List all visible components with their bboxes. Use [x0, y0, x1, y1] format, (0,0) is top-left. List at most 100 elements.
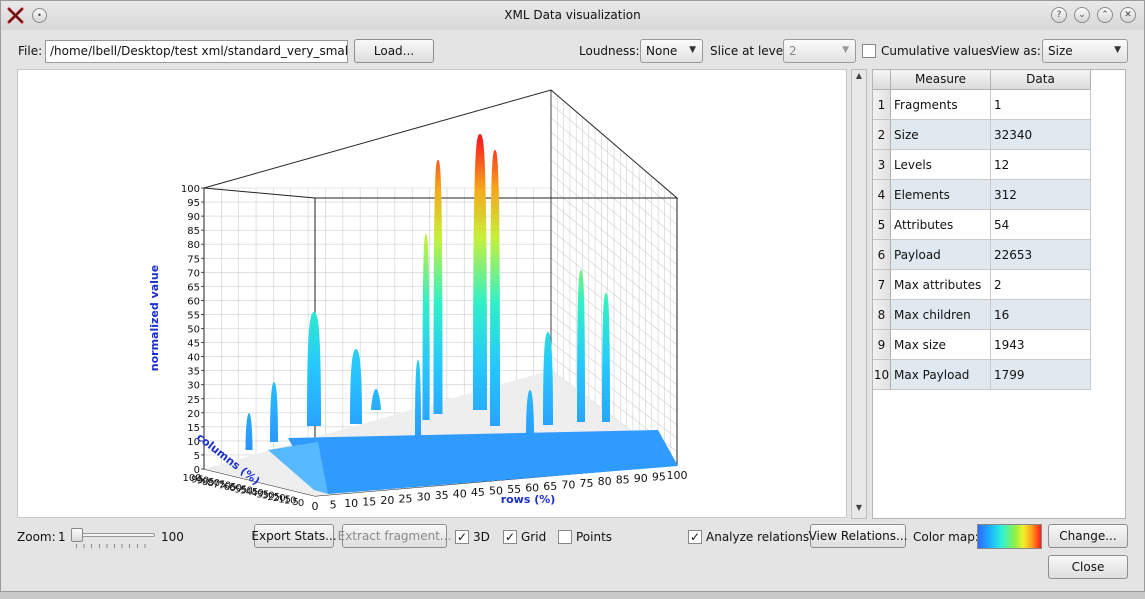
surface-plot: 0510152025303540455055606570758085909510…: [148, 89, 688, 513]
measure-cell[interactable]: Max size: [891, 330, 991, 360]
x-tick-label: 90: [634, 472, 648, 485]
file-path-field[interactable]: /home/lbell/Desktop/test xml/standard_ve…: [45, 40, 348, 63]
grid-checkbox[interactable]: ✓: [503, 530, 517, 544]
measure-cell[interactable]: Max Payload: [891, 360, 991, 390]
plot-area[interactable]: 0 5 10 15 20 25 30 35 40 45 50 55 60 65 70 75 80 85 90 95 10…: [17, 69, 847, 518]
surface-peak: [577, 270, 585, 422]
table-row[interactable]: 7 Max attributes 2: [873, 270, 1091, 300]
change-colormap-button[interactable]: Change...: [1048, 524, 1128, 548]
scroll-down-icon[interactable]: ▼: [852, 503, 866, 517]
table-row[interactable]: 3 Levels 12: [873, 150, 1091, 180]
measure-cell[interactable]: Attributes: [891, 210, 991, 240]
z-tick-label: 5: [194, 451, 200, 462]
column-header-measure[interactable]: Measure: [891, 70, 991, 90]
x-tick-label: 95: [652, 471, 666, 484]
row-number: 5: [873, 210, 891, 240]
viewas-select[interactable]: Size ▼: [1042, 39, 1128, 63]
table-row[interactable]: 5 Attributes 54: [873, 210, 1091, 240]
maximize-icon[interactable]: ⌃: [1097, 7, 1113, 23]
zoom-slider[interactable]: [71, 528, 155, 542]
zoom-min: 1: [58, 530, 66, 544]
x-tick-label: 80: [598, 475, 612, 488]
minimize-icon[interactable]: ⌄: [1074, 7, 1090, 23]
table-row[interactable]: 4 Elements 312: [873, 180, 1091, 210]
z-tick-label: 75: [187, 254, 200, 265]
surface-peak: [433, 160, 443, 414]
extract-fragment-button[interactable]: Extract fragment...: [338, 524, 451, 548]
loudness-label: Loudness:: [579, 44, 640, 58]
desktop-strip: [0, 592, 1145, 599]
analyze-relations-checkbox[interactable]: ✓: [688, 530, 702, 544]
x-tick-label: 0: [312, 500, 319, 513]
z-tick-label: 65: [187, 282, 200, 293]
measure-cell[interactable]: Levels: [891, 150, 991, 180]
chevron-down-icon: ▼: [689, 45, 696, 55]
row-number: 9: [873, 330, 891, 360]
z-tick-label: 100: [181, 184, 200, 195]
table-row[interactable]: 6 Payload 22653: [873, 240, 1091, 270]
3d-label: 3D: [473, 530, 490, 544]
zoom-max: 100: [161, 530, 184, 544]
z-tick-label: 50: [187, 325, 200, 336]
splitter-scrollbar[interactable]: ▲ ▼: [851, 69, 867, 519]
points-checkbox[interactable]: [558, 530, 572, 544]
table-row[interactable]: 1 Fragments 1: [873, 90, 1091, 120]
data-cell[interactable]: 1943: [991, 330, 1091, 360]
x-tick-label: 65: [543, 480, 557, 493]
data-cell[interactable]: 2: [991, 270, 1091, 300]
colormap-label: Color map:: [913, 530, 979, 544]
measure-cell[interactable]: Elements: [891, 180, 991, 210]
measure-cell[interactable]: Max attributes: [891, 270, 991, 300]
measure-cell[interactable]: Max children: [891, 300, 991, 330]
measure-cell[interactable]: Size: [891, 120, 991, 150]
data-cell[interactable]: 312: [991, 180, 1091, 210]
help-icon[interactable]: ?: [1051, 7, 1067, 23]
x-tick-label: 70: [561, 478, 575, 491]
x-tick-label: 15: [362, 495, 376, 508]
3d-checkbox[interactable]: ✓: [455, 530, 469, 544]
data-cell[interactable]: 22653: [991, 240, 1091, 270]
x-tick-label: 20: [380, 494, 394, 507]
table-row[interactable]: 2 Size 32340: [873, 120, 1091, 150]
measure-cell[interactable]: Fragments: [891, 90, 991, 120]
column-header-data[interactable]: Data: [991, 70, 1091, 90]
data-cell[interactable]: 16: [991, 300, 1091, 330]
data-cell[interactable]: 32340: [991, 120, 1091, 150]
measure-cell[interactable]: Payload: [891, 240, 991, 270]
close-icon[interactable]: ✕: [1120, 7, 1136, 23]
row-number: 8: [873, 300, 891, 330]
table-row[interactable]: 10 Max Payload 1799: [873, 360, 1091, 390]
row-number: 6: [873, 240, 891, 270]
points-label: Points: [576, 530, 613, 544]
table-corner: [873, 70, 891, 90]
viewas-value: Size: [1048, 44, 1073, 58]
table-row[interactable]: 9 Max size 1943: [873, 330, 1091, 360]
cumulative-checkbox[interactable]: [862, 44, 876, 58]
analyze-relations-label: Analyze relations: [706, 530, 810, 544]
x-tick-label: 100: [667, 469, 688, 482]
zoom-slider-handle[interactable]: [71, 528, 83, 542]
y-tick-label: 0: [298, 498, 304, 509]
scroll-up-icon[interactable]: ▲: [852, 71, 866, 85]
z-tick-label: 85: [187, 226, 200, 237]
data-cell[interactable]: 1799: [991, 360, 1091, 390]
close-button[interactable]: Close: [1048, 555, 1128, 579]
load-button[interactable]: Load...: [354, 39, 434, 63]
row-number: 10: [873, 360, 891, 390]
loudness-select[interactable]: None ▼: [640, 39, 703, 63]
data-cell[interactable]: 1: [991, 90, 1091, 120]
slice-level-select[interactable]: 2 ▼: [783, 39, 856, 63]
surface-peak: [415, 360, 421, 436]
viewas-label: View as:: [991, 44, 1041, 58]
view-relations-button[interactable]: View Relations...: [809, 524, 907, 548]
surface-peak: [371, 389, 381, 410]
table-row[interactable]: 8 Max children 16: [873, 300, 1091, 330]
colormap-swatch: [977, 524, 1042, 549]
cumulative-label: Cumulative values: [881, 44, 993, 58]
surface-peak: [543, 332, 553, 425]
data-cell[interactable]: 12: [991, 150, 1091, 180]
z-tick-label: 15: [187, 423, 200, 434]
export-stats-button[interactable]: Export Stats...: [251, 524, 337, 548]
data-cell[interactable]: 54: [991, 210, 1091, 240]
x-tick-label: 45: [471, 486, 485, 499]
